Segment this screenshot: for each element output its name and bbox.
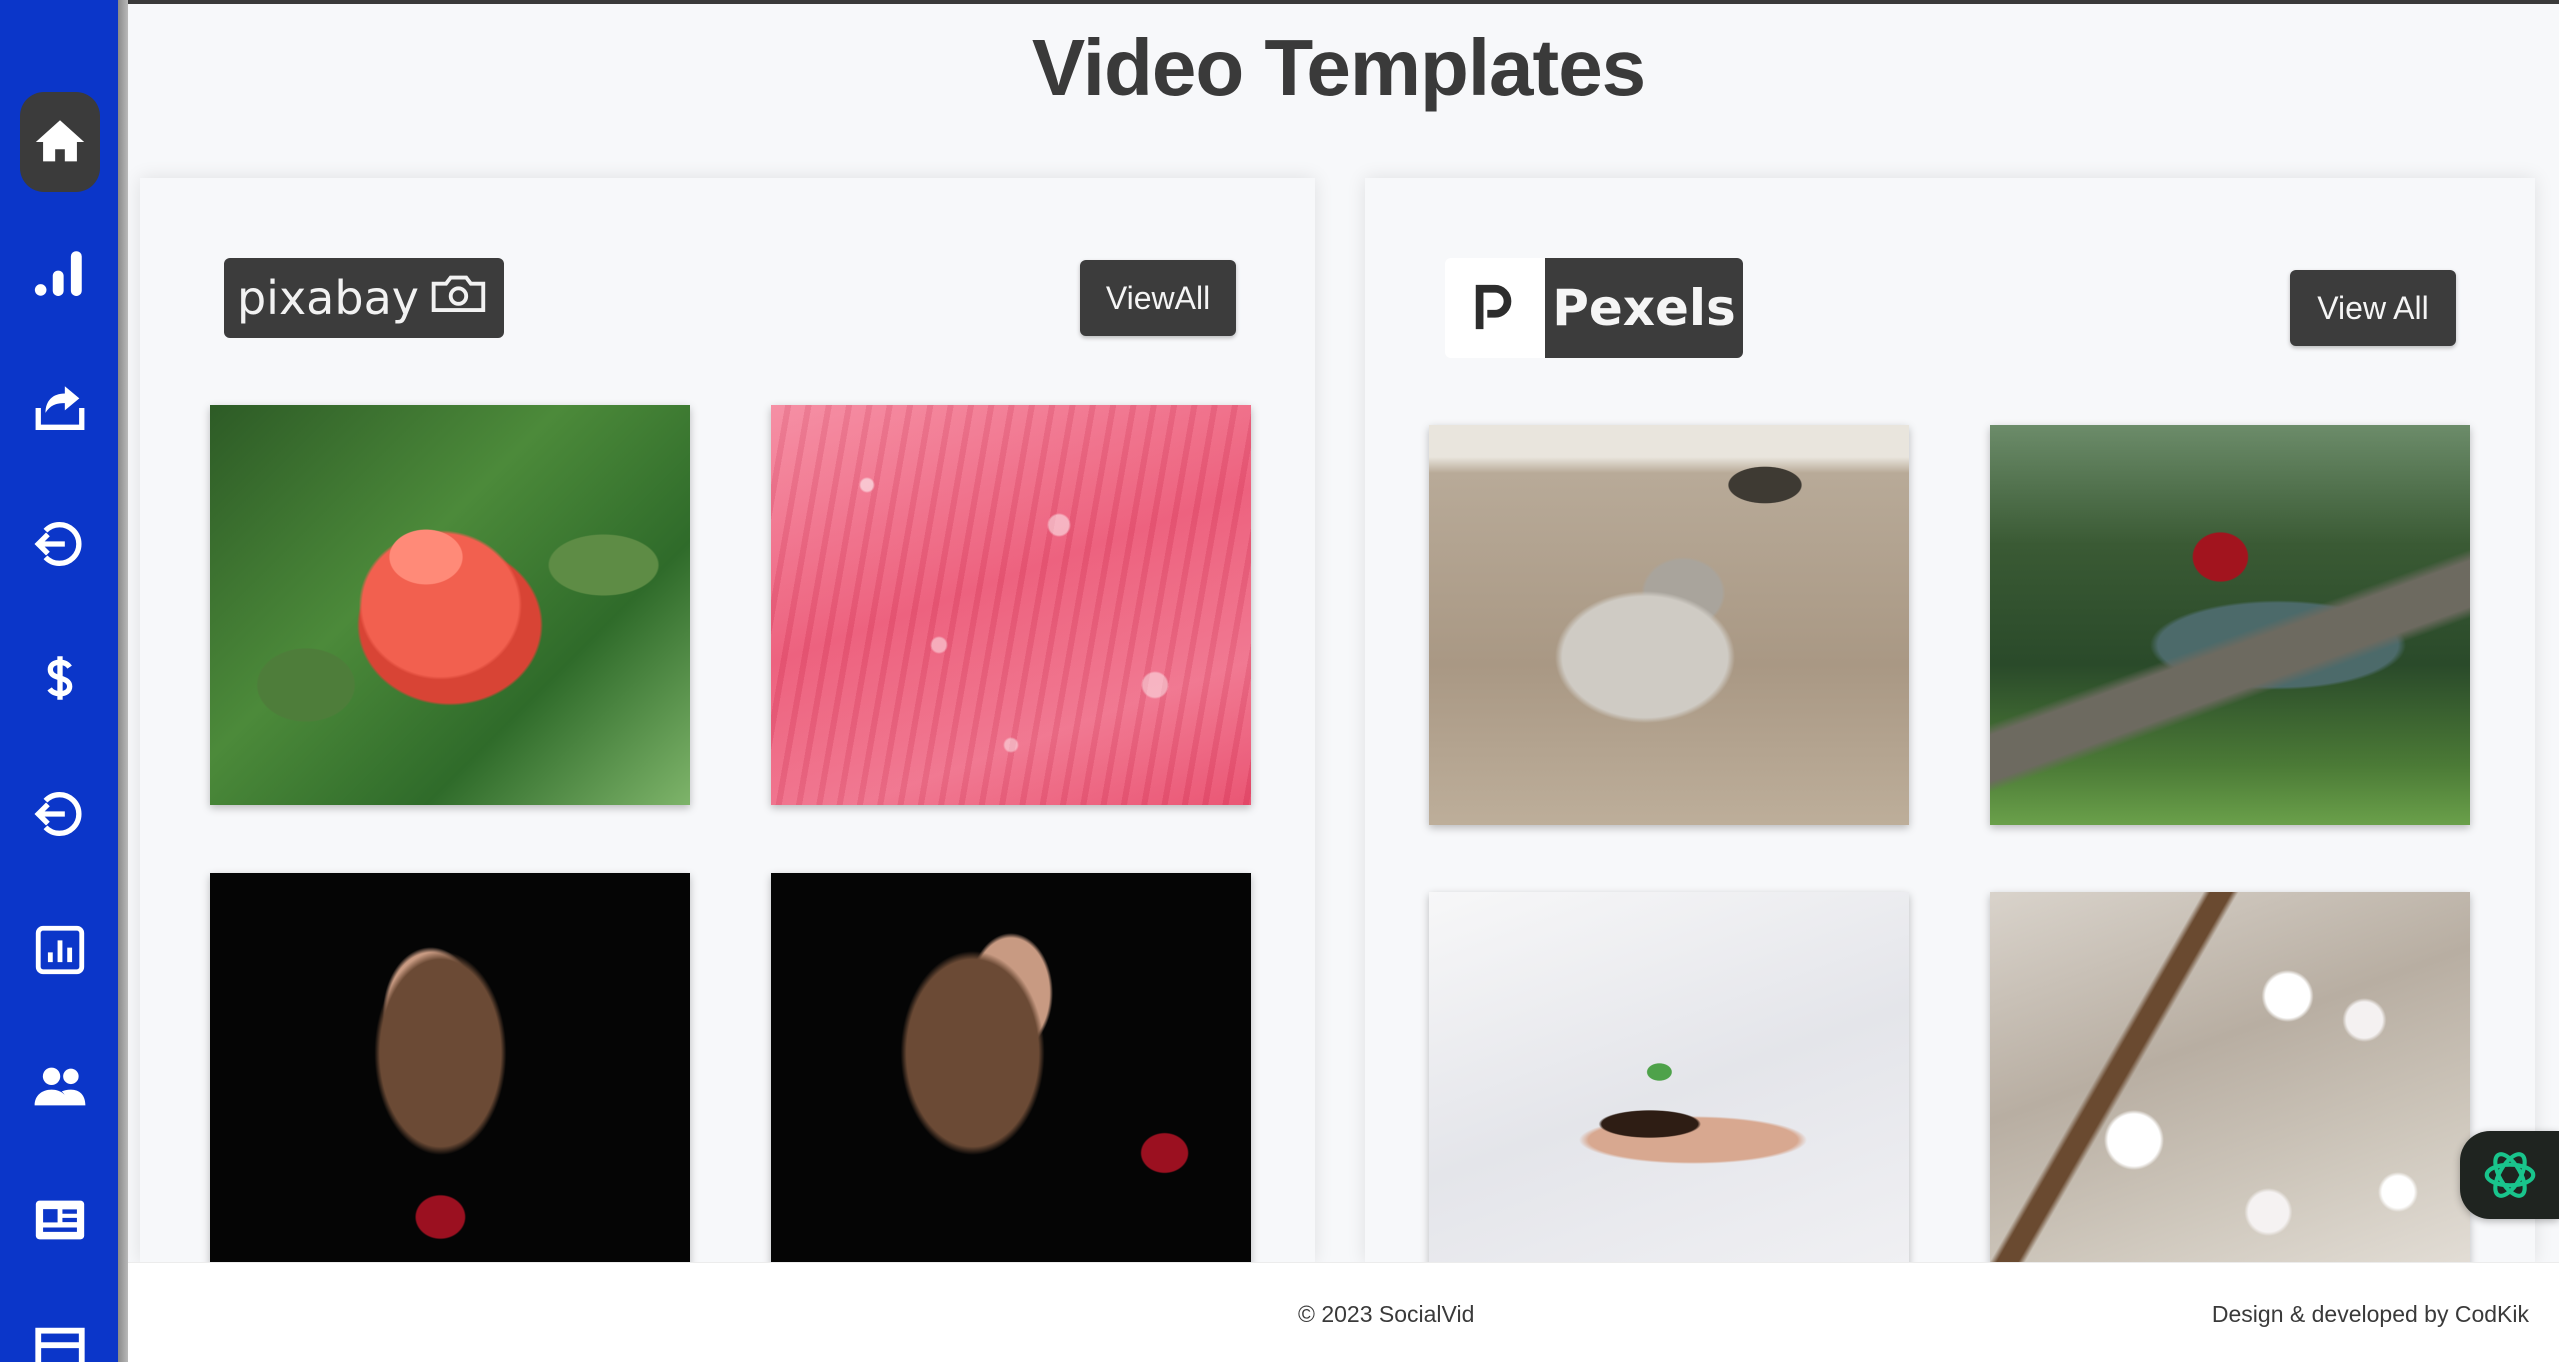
- pixabay-panel: pixabay ViewAll: [140, 178, 1315, 1263]
- pixabay-thumbnail-rose[interactable]: [210, 405, 690, 805]
- sidebar-item-analytics[interactable]: [20, 223, 100, 323]
- pixabay-thumbnail-woman-rose-1[interactable]: [210, 873, 690, 1263]
- sidebar-item-home[interactable]: [20, 92, 100, 192]
- pexels-panel: Pexels View All: [1365, 178, 2535, 1263]
- layout-icon: [35, 1327, 85, 1362]
- pexels-thumbnail-seal[interactable]: [1429, 425, 1909, 825]
- pexels-thumbnail-forest[interactable]: [1990, 425, 2470, 825]
- users-icon: [34, 1067, 86, 1106]
- pexels-thumbnail-blossom[interactable]: [1990, 892, 2470, 1263]
- sidebar: [0, 0, 128, 1362]
- pixabay-logo-text: pixabay: [236, 271, 419, 325]
- logout-arrow-icon: [34, 792, 82, 836]
- logout-arrow-icon: [34, 522, 82, 566]
- sidebar-item-profile[interactable]: [20, 1170, 100, 1270]
- share-upload-icon: [35, 386, 85, 430]
- sidebar-item-layout[interactable]: [20, 1300, 100, 1362]
- pexels-thumbnail-sprout[interactable]: [1429, 892, 1909, 1263]
- sidebar-item-billing[interactable]: [20, 628, 100, 728]
- pixabay-view-all-button[interactable]: ViewAll: [1080, 260, 1236, 336]
- page-title: Video Templates: [1031, 23, 1646, 112]
- pexels-logo[interactable]: Pexels: [1445, 258, 1743, 358]
- pixabay-logo[interactable]: pixabay: [224, 258, 504, 338]
- sidebar-item-share[interactable]: [20, 358, 100, 458]
- pexels-view-all-button[interactable]: View All: [2290, 270, 2456, 346]
- id-card-icon: [35, 1200, 85, 1240]
- sidebar-item-reports[interactable]: [20, 900, 100, 1000]
- dollar-icon: [47, 656, 73, 700]
- sidebar-item-logout-2[interactable]: [20, 764, 100, 864]
- home-icon: [35, 120, 85, 162]
- pixabay-thumbnail-pink-petal[interactable]: [771, 405, 1251, 805]
- sidebar-item-users[interactable]: [20, 1036, 100, 1136]
- report-chart-icon: [35, 925, 85, 975]
- pexels-p-icon: [1445, 258, 1545, 358]
- openai-knot-icon: [2484, 1152, 2535, 1198]
- footer-copyright: © 2023 SocialVid: [1298, 1301, 1475, 1327]
- bar-chart-icon: [34, 251, 82, 296]
- footer: © 2023 SocialVid Design & developed by C…: [128, 1262, 2559, 1362]
- top-border: [0, 0, 2559, 4]
- camera-icon: [429, 271, 491, 326]
- pixabay-thumbnail-woman-rose-2[interactable]: [771, 873, 1251, 1263]
- pexels-logo-text: Pexels: [1545, 258, 1743, 358]
- chat-assistant-button[interactable]: [2460, 1131, 2559, 1219]
- footer-credit: Design & developed by CodKik: [2211, 1301, 2529, 1327]
- sidebar-item-logout-1[interactable]: [20, 494, 100, 594]
